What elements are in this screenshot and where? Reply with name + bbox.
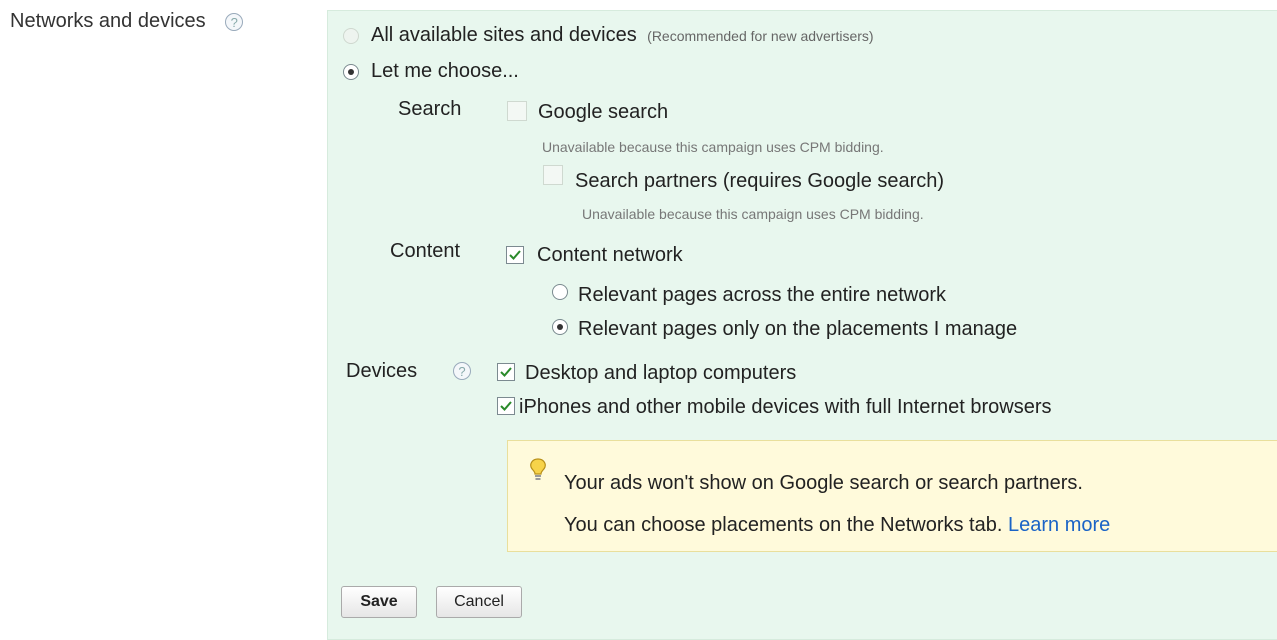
tip-line-2-text: You can choose placements on the Network… [564,514,1003,536]
learn-more-link[interactable]: Learn more [1008,514,1110,536]
tip-line-1: Your ads won't show on Google search or … [564,472,1083,494]
desktop-checkbox[interactable] [497,363,515,381]
mobile-label: iPhones and other mobile devices with fu… [519,396,1052,418]
save-button[interactable]: Save [341,586,417,618]
content-network-label: Content network [537,244,683,266]
section-title: Networks and devices [10,10,206,32]
help-icon[interactable]: ? [225,13,244,31]
search-label: Search [398,98,462,120]
let-me-choose-label: Let me choose... [371,60,519,82]
entire-network-label: Relevant pages across the entire network [578,284,946,306]
tip-line-2: You can choose placements on the Network… [564,514,1110,537]
option-all-sites: All available sites and devices (Recomme… [371,24,874,47]
cancel-button[interactable]: Cancel [436,586,522,618]
google-search-label: Google search [538,101,669,123]
networks-and-devices-label: Networks and devices ? [10,10,244,33]
desktop-label: Desktop and laptop computers [525,362,797,384]
managed-placements-label: Relevant pages only on the placements I … [578,318,1018,340]
radio-all-sites[interactable] [343,28,359,44]
radio-let-me-choose[interactable] [343,64,359,80]
radio-managed-placements[interactable] [552,319,568,335]
checkmark-icon [500,367,512,377]
recommended-note: (Recommended for new advertisers) [647,28,874,44]
search-partners-note: Unavailable because this campaign uses C… [582,206,924,222]
mobile-checkbox[interactable] [497,397,515,415]
all-sites-label: All available sites and devices [371,24,637,46]
search-partners-checkbox[interactable] [543,165,563,185]
content-label: Content [390,240,461,262]
search-partners-label: Search partners (requires Google search) [575,170,945,192]
devices-help-icon[interactable]: ? [453,362,471,380]
devices-label: Devices [346,360,418,382]
checkmark-icon [509,250,521,260]
content-network-checkbox[interactable] [506,246,524,264]
checkmark-icon [500,401,512,411]
lightbulb-icon [526,456,550,489]
google-search-checkbox[interactable] [507,101,527,121]
google-search-note: Unavailable because this campaign uses C… [542,139,884,155]
radio-entire-network[interactable] [552,284,568,300]
